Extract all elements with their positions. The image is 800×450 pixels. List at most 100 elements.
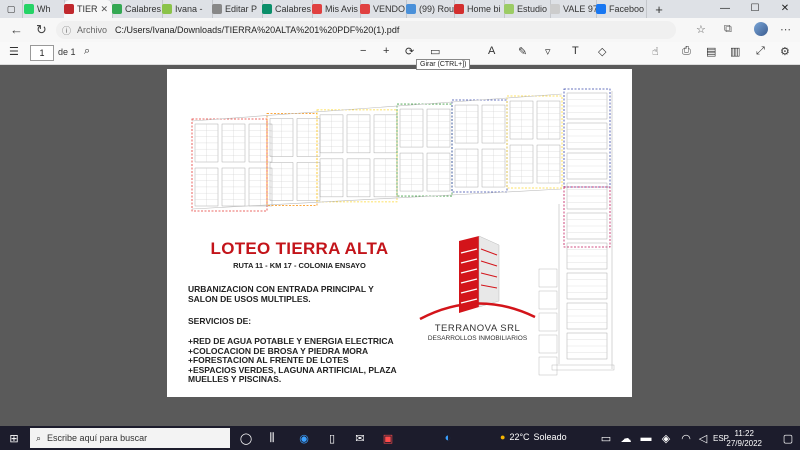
tab-favicon-icon (454, 4, 464, 14)
zoom-out-icon[interactable]: − (360, 45, 366, 57)
new-tab-button[interactable]: + (650, 0, 668, 18)
wifi-icon[interactable]: ◠ (678, 430, 694, 446)
taskbar: ⊞ ⌕ Escribe aquí para buscar ◯ ⫼ ◉ ▯ ✉ ▣… (0, 426, 800, 450)
tab-label: VALE 97 (563, 4, 597, 14)
taskbar-search[interactable]: ⌕ Escribe aquí para buscar (30, 428, 230, 448)
tab-0[interactable]: Wh (24, 0, 65, 18)
tab-label: Calabres (125, 4, 162, 14)
tab-10[interactable]: Estudio (504, 0, 551, 18)
tray-icon[interactable]: ▭ (598, 430, 614, 446)
fit-page-icon[interactable]: ▭ (430, 45, 440, 58)
tab-label: Calabres (275, 4, 312, 14)
touch-icon[interactable]: ☝ (652, 45, 659, 58)
favorites-star-icon[interactable]: ☆ (696, 23, 706, 36)
page-title: LOTEO TIERRA ALTA (210, 239, 389, 258)
page-subtitle: RUTA 11 - KM 17 - COLONIA ENSAYO (233, 261, 366, 270)
tab-label: Estudio (517, 4, 548, 14)
tab-favicon-icon (64, 4, 74, 14)
tab-label: Faceboo (609, 4, 645, 14)
tab-label: Ivana - (175, 4, 203, 14)
address-bar-row: ← ↻ ⓘ Archivo C:/Users/Ivana/Downloads/T… (0, 18, 800, 43)
logo-subtitle: DESARROLLOS INMOBILIARIOS (427, 335, 528, 342)
tab-favicon-icon (406, 4, 416, 14)
minimize-icon[interactable]: — (710, 0, 740, 18)
address-bar[interactable]: ⓘ Archivo C:/Users/Ivana/Downloads/TIERR… (56, 21, 676, 39)
search-icon[interactable]: ⌕ (84, 45, 90, 58)
print-icon[interactable]: ⎙ (682, 45, 691, 58)
tab-label: TIER (77, 4, 98, 14)
volume-icon[interactable]: ◁ (695, 430, 711, 446)
back-arrow-icon[interactable]: ← (10, 22, 23, 37)
tab-7[interactable]: VENDO (360, 0, 407, 18)
tab-label: Wh (37, 4, 51, 14)
mail-icon[interactable]: ✉ (352, 430, 368, 446)
task-view-icon[interactable]: ◯ (238, 430, 254, 446)
close-window-icon[interactable]: ✕ (770, 0, 800, 18)
services-list: +RED DE AGUA POTABLE Y ENERGIA ELECTRICA… (188, 336, 397, 384)
text-icon[interactable]: T (572, 45, 579, 57)
tab-9[interactable]: Home bi (454, 0, 505, 18)
edge-icon[interactable]: ◉ (296, 430, 312, 446)
search-placeholder: Escribe aquí para buscar (47, 433, 148, 443)
tab-1[interactable]: TIER ✕ (64, 0, 113, 18)
more-menu-icon[interactable]: ⋯ (780, 23, 791, 36)
tab-label: VENDO (373, 4, 406, 14)
tab-3[interactable]: Ivana - (162, 0, 213, 18)
intro-text: URBANIZACION CON ENTRADA PRINCIPAL Y SAL… (188, 284, 374, 304)
draw-icon[interactable]: ✎ (518, 45, 527, 58)
tab-5[interactable]: Calabres (262, 0, 313, 18)
tab-favicon-icon (162, 4, 172, 14)
save-as-icon[interactable]: ▥ (730, 45, 740, 58)
windows-start-icon[interactable]: ⊞ (6, 430, 22, 446)
contents-icon[interactable]: ☰ (9, 45, 19, 58)
tab-favicon-icon (312, 4, 322, 14)
tab-strip: ▢ Wh TIER ✕ Calabres Ivana - Editar P Calabres… (0, 0, 800, 18)
clock[interactable]: 11:22 27/9/2022 (726, 429, 762, 449)
file-explorer-icon[interactable]: ▯ (324, 430, 340, 446)
page-number-input[interactable]: 1 (30, 45, 54, 61)
window-controls: — ☐ ✕ (710, 0, 800, 18)
pdf-toolbar: ☰ 1 de 1 ⌕ − + ⟳ ▭ A ✎ ▿ T ◇ ☝ ⎙ ▤ ▥ ⤢ ⚙ (0, 42, 800, 65)
tab-4[interactable]: Editar P (212, 0, 263, 18)
logo-name: TERRANOVA SRL (434, 323, 521, 334)
weather-widget[interactable]: ● 22°C Soleado (500, 432, 567, 442)
tab-2[interactable]: Calabres (112, 0, 163, 18)
tab-actions-icon[interactable]: ▢ (0, 0, 23, 18)
app-icon[interactable]: ◐ (440, 430, 456, 446)
collections-icon[interactable]: ⧉ (724, 23, 732, 36)
network-icon[interactable]: ◈ (658, 430, 674, 446)
save-icon[interactable]: ▤ (706, 45, 716, 58)
highlight-icon[interactable]: ▿ (545, 45, 551, 58)
tab-favicon-icon (24, 4, 34, 14)
tab-6[interactable]: Mis Avis (312, 0, 361, 18)
address-url[interactable]: C:/Users/Ivana/Downloads/TIERRA%20ALTA%2… (115, 25, 399, 35)
address-scheme-label: Archivo (77, 25, 108, 35)
clock-time: 11:22 (734, 429, 754, 438)
clock-date: 27/9/2022 (726, 439, 762, 448)
notifications-icon[interactable]: ▢ (780, 430, 796, 446)
refresh-icon[interactable]: ↻ (36, 22, 47, 38)
office-icon[interactable]: ▣ (380, 430, 396, 446)
tab-label: Editar P (225, 4, 258, 14)
sun-icon: ● (500, 432, 506, 442)
tab-close-icon[interactable]: ✕ (101, 4, 109, 15)
erase-icon[interactable]: ◇ (598, 45, 606, 58)
info-icon: ⓘ (62, 25, 72, 36)
tab-label: Mis Avis (325, 4, 358, 14)
weather-text: Soleado (533, 432, 567, 442)
zoom-in-icon[interactable]: + (383, 45, 389, 57)
maximize-icon[interactable]: ☐ (740, 0, 770, 18)
services-heading: SERVICIOS DE: (188, 316, 252, 326)
avatar[interactable] (754, 22, 768, 36)
tab-favicon-icon (504, 4, 514, 14)
expand-icon[interactable]: ⤢ (756, 45, 765, 58)
cloud-icon[interactable]: ☁ (618, 430, 634, 446)
tab-12[interactable]: Faceboo (596, 0, 647, 18)
widgets-icon[interactable]: ⫼ (264, 430, 280, 446)
pdf-settings-icon[interactable]: ⚙ (780, 45, 790, 58)
rotate-icon[interactable]: ⟳ (405, 45, 414, 58)
tab-11[interactable]: VALE 97 (550, 0, 597, 18)
battery-icon[interactable]: ▬ (638, 430, 654, 446)
read-aloud-icon[interactable]: A (488, 45, 495, 57)
tab-8[interactable]: (99) Rou (406, 0, 455, 18)
